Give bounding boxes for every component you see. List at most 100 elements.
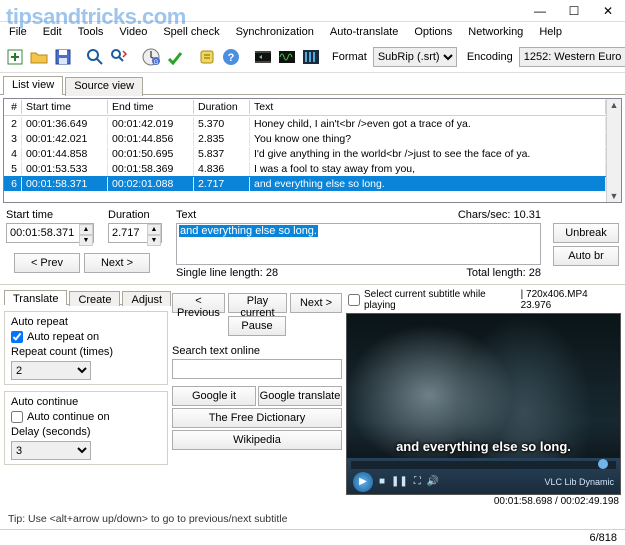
statusbar: 6/818 — [0, 529, 625, 545]
video-subtitle-overlay: and everything else so long. — [396, 439, 571, 454]
video-time: 00:01:58.698 / 00:02:49.198 — [346, 495, 621, 507]
auto-repeat-title: Auto repeat — [11, 316, 161, 328]
toolbar: G ? Format SubRip (.srt) Encoding 1252: … — [0, 41, 625, 73]
pause-button[interactable]: Pause — [228, 316, 286, 336]
menu-help[interactable]: Help — [536, 25, 565, 39]
single-line-length: Single line length: 28 — [176, 267, 278, 279]
auto-continue-group: Auto continue Auto continue on Delay (se… — [4, 391, 168, 465]
delay-select[interactable]: 3 — [11, 441, 91, 460]
menu-options[interactable]: Options — [411, 25, 455, 39]
unbreak-button[interactable]: Unbreak — [553, 223, 619, 243]
delay-label: Delay (seconds) — [11, 426, 161, 438]
menu-spellcheck[interactable]: Spell check — [160, 25, 222, 39]
svg-text:G: G — [154, 60, 159, 66]
table-row[interactable]: 200:01:36.64900:01:42.0195.370Honey chil… — [4, 116, 606, 131]
minimize-button[interactable]: — — [523, 0, 557, 21]
repeat-count-label: Repeat count (times) — [11, 346, 161, 358]
maximize-button[interactable]: ☐ — [557, 0, 591, 21]
start-time-input[interactable]: ▲▼ — [6, 223, 94, 243]
tab-translate[interactable]: Translate — [4, 290, 67, 305]
menu-file[interactable]: File — [6, 25, 30, 39]
play-icon[interactable]: ▶ — [353, 472, 373, 492]
status-count: 6/818 — [589, 532, 617, 544]
new-icon[interactable] — [4, 44, 26, 70]
window-titlebar: — ☐ ✕ — [0, 0, 625, 22]
play-current-button[interactable]: Play current — [228, 293, 287, 313]
stop-icon[interactable]: ■ — [379, 476, 385, 487]
tip-text: Tip: Use <alt+arrow up/down> to go to pr… — [0, 509, 625, 529]
encoding-label: Encoding — [467, 51, 513, 63]
table-row[interactable]: 300:01:42.02100:01:44.8562.835You know o… — [4, 131, 606, 146]
subtitle-text-input[interactable]: and everything else so long. — [176, 223, 541, 265]
seek-bar[interactable] — [351, 461, 616, 469]
replace-icon[interactable] — [108, 44, 130, 70]
free-dictionary-button[interactable]: The Free Dictionary — [172, 408, 342, 428]
col-end[interactable]: End time — [108, 100, 194, 114]
repeat-count-select[interactable]: 2 — [11, 361, 91, 380]
find-icon[interactable] — [84, 44, 106, 70]
settings-icon[interactable] — [196, 44, 218, 70]
select-subtitle-checkbox[interactable]: Select current subtitle while playing — [348, 289, 517, 311]
format-label: Format — [332, 51, 367, 63]
tab-create[interactable]: Create — [69, 291, 120, 306]
grid-scrollbar[interactable]: ▲▼ — [606, 99, 621, 202]
view-tabstrip: List view Source view — [0, 75, 625, 95]
help-icon[interactable]: ? — [220, 44, 242, 70]
tab-source-view[interactable]: Source view — [65, 77, 143, 96]
play-next-button[interactable]: Next > — [290, 293, 342, 313]
duration-label: Duration — [108, 209, 162, 221]
play-prev-button[interactable]: < Previous — [172, 293, 225, 313]
auto-repeat-checkbox[interactable]: Auto repeat on — [11, 331, 161, 343]
auto-continue-checkbox[interactable]: Auto continue on — [11, 411, 161, 423]
fixerrors-icon[interactable]: G — [140, 44, 162, 70]
col-text[interactable]: Text — [250, 100, 606, 114]
menu-autotranslate[interactable]: Auto-translate — [327, 25, 401, 39]
tab-list-view[interactable]: List view — [3, 76, 63, 95]
prev-button[interactable]: < Prev — [14, 253, 80, 273]
cps-readout: Chars/sec: 10.31 — [458, 209, 541, 221]
menu-tools[interactable]: Tools — [75, 25, 107, 39]
tab-adjust[interactable]: Adjust — [122, 291, 171, 306]
col-num[interactable]: # — [4, 100, 22, 114]
spellcheck-icon[interactable] — [164, 44, 186, 70]
bottom-tabstrip: Translate Create Adjust — [4, 289, 168, 305]
table-row[interactable]: 600:01:58.37100:02:01.0882.717and everyt… — [4, 176, 606, 191]
google-translate-button[interactable]: Google translate — [258, 386, 342, 406]
search-online-label: Search text online — [172, 345, 342, 357]
svg-text:?: ? — [228, 52, 235, 64]
video-controls: ▶ ■ ❚❚ ⛶ 🔊 VLC Lib Dynamic — [347, 458, 620, 494]
wikipedia-button[interactable]: Wikipedia — [172, 430, 342, 450]
menu-networking[interactable]: Networking — [465, 25, 526, 39]
text-label: Text — [176, 209, 196, 221]
duration-input[interactable]: ▲▼ — [108, 223, 162, 243]
total-length: Total length: 28 — [466, 267, 541, 279]
close-button[interactable]: ✕ — [591, 0, 625, 21]
encoding-select[interactable]: 1252: Western Euro — [519, 47, 625, 67]
pause-icon[interactable]: ❚❚ — [391, 476, 408, 487]
save-icon[interactable] — [52, 44, 74, 70]
video-brand: VLC Lib Dynamic — [544, 477, 614, 487]
menu-video[interactable]: Video — [116, 25, 150, 39]
menubar: File Edit Tools Video Spell check Synchr… — [0, 22, 625, 41]
menu-edit[interactable]: Edit — [40, 25, 65, 39]
table-row[interactable]: 500:01:53.53300:01:58.3694.836I was a fo… — [4, 161, 606, 176]
netflix-icon[interactable] — [300, 44, 322, 70]
edit-panel: Start time ▲▼ Duration ▲▼ < Prev Next > … — [0, 206, 625, 282]
next-button[interactable]: Next > — [84, 253, 150, 273]
volume-icon[interactable]: 🔊 — [427, 476, 439, 487]
fullscreen-icon[interactable]: ⛶ — [414, 476, 421, 487]
waveform-icon[interactable] — [276, 44, 298, 70]
visual-sync-icon[interactable] — [252, 44, 274, 70]
subtitle-grid: # Start time End time Duration Text 200:… — [3, 98, 622, 203]
col-duration[interactable]: Duration — [194, 100, 250, 114]
table-row[interactable]: 400:01:44.85800:01:50.6955.837I'd give a… — [4, 146, 606, 161]
search-online-input[interactable] — [172, 359, 342, 379]
col-start[interactable]: Start time — [22, 100, 108, 114]
menu-sync[interactable]: Synchronization — [233, 25, 317, 39]
start-time-label: Start time — [6, 209, 94, 221]
google-it-button[interactable]: Google it — [172, 386, 256, 406]
video-player[interactable]: and everything else so long. ▶ ■ ❚❚ ⛶ 🔊 … — [346, 313, 621, 495]
autobr-button[interactable]: Auto br — [553, 246, 619, 266]
format-select[interactable]: SubRip (.srt) — [373, 47, 457, 67]
open-icon[interactable] — [28, 44, 50, 70]
